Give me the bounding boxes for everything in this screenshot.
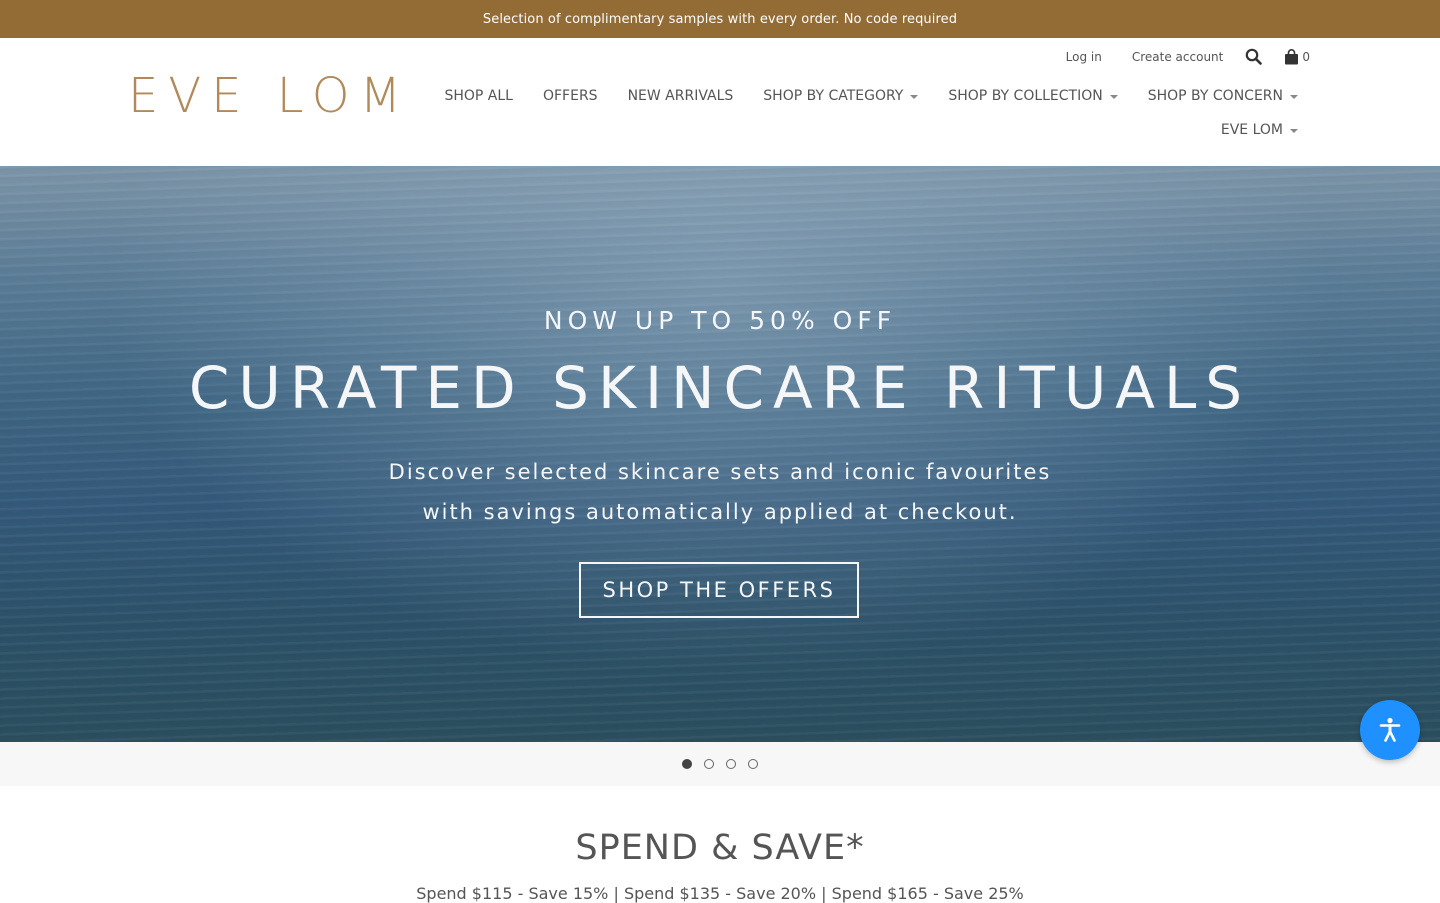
promo-title: SPEND & SAVE* <box>575 828 865 868</box>
utility-links: Log in Create account 0 <box>1036 48 1310 65</box>
caret-down-icon <box>1290 95 1298 99</box>
slide-dot-2[interactable] <box>704 759 714 769</box>
nav-label: EVE LOM <box>1220 122 1283 138</box>
brand-logo[interactable]: EVE LOM <box>128 72 411 120</box>
cart-count: 0 <box>1302 49 1310 64</box>
hero-description-line: Discover selected skincare sets and icon… <box>388 460 1052 484</box>
slider-pagination <box>0 742 1440 786</box>
accessibility-icon <box>1379 717 1401 742</box>
hero-description: Discover selected skincare sets and icon… <box>0 452 1440 532</box>
announcement-text: Selection of complimentary samples with … <box>482 11 958 27</box>
nav-row-secondary: EVE LOM <box>478 122 1298 138</box>
hero-banner: NOW UP TO 50% OFF CURATED SKINCARE RITUA… <box>0 166 1440 742</box>
cart-button[interactable]: 0 <box>1284 48 1310 65</box>
search-icon <box>1246 48 1263 65</box>
site-header: EVE LOM Log in Create account 0 SHOP ALL… <box>0 38 1440 166</box>
slide-dot-4[interactable] <box>748 759 758 769</box>
slide-dot-3[interactable] <box>726 759 736 769</box>
shopping-bag-icon <box>1285 48 1299 64</box>
slide-dot-1[interactable] <box>682 759 692 769</box>
nav-label: OFFERS <box>542 88 598 104</box>
search-button[interactable] <box>1245 48 1263 65</box>
nav-label: SHOP BY COLLECTION <box>948 88 1103 104</box>
main-navigation: SHOP ALL OFFERS NEW ARRIVALS SHOP BY CAT… <box>444 88 1298 138</box>
nav-row-primary: SHOP ALL OFFERS NEW ARRIVALS SHOP BY CAT… <box>444 88 1298 104</box>
nav-shop-by-category[interactable]: SHOP BY CATEGORY <box>763 88 919 104</box>
shop-the-offers-button[interactable]: SHOP THE OFFERS <box>579 562 859 618</box>
announcement-bar: Selection of complimentary samples with … <box>0 0 1440 38</box>
caret-down-icon <box>910 95 919 99</box>
create-account-link[interactable]: Create account <box>1132 50 1224 64</box>
hero-kicker: NOW UP TO 50% OFF <box>543 306 897 335</box>
nav-offers[interactable]: OFFERS <box>543 88 598 104</box>
nav-label: SHOP BY CATEGORY <box>763 88 904 104</box>
nav-label: SHOP BY CONCERN <box>1147 88 1283 104</box>
login-link[interactable]: Log in <box>1066 50 1102 64</box>
caret-down-icon <box>1290 129 1298 133</box>
nav-shop-all[interactable]: SHOP ALL <box>444 88 513 104</box>
nav-shop-by-collection[interactable]: SHOP BY COLLECTION <box>948 88 1118 104</box>
nav-new-arrivals[interactable]: NEW ARRIVALS <box>628 88 734 104</box>
nav-eve-lom[interactable]: EVE LOM <box>1221 122 1298 138</box>
promo-subtitle: Spend $115 - Save 15% | Spend $135 - Sav… <box>416 884 1024 903</box>
nav-label: NEW ARRIVALS <box>627 88 734 104</box>
hero-title: CURATED SKINCARE RITUALS <box>188 354 1252 422</box>
nav-label: SHOP ALL <box>444 88 513 104</box>
nav-shop-by-concern[interactable]: SHOP BY CONCERN <box>1148 88 1298 104</box>
hero-description-line: with savings automatically applied at ch… <box>422 500 1018 524</box>
caret-down-icon <box>1109 95 1118 99</box>
accessibility-button[interactable] <box>1360 700 1420 760</box>
